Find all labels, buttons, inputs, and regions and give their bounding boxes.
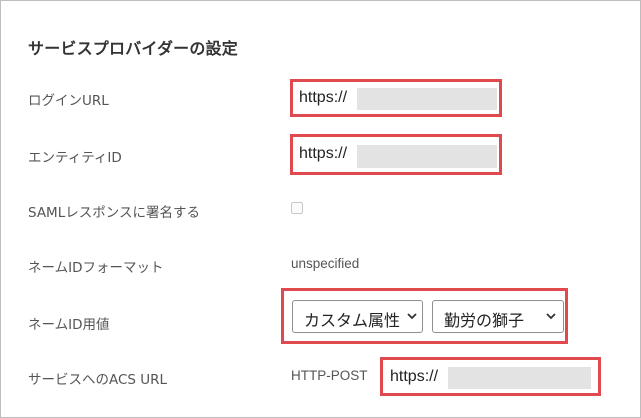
service-provider-settings-panel: サービスプロバイダーの設定 ログインURL https:// エンティティID … (0, 0, 641, 418)
entity-id-label: エンティティID (28, 150, 122, 166)
login-url-redaction (357, 88, 497, 110)
source-select[interactable]: 勤労の獅子 (432, 300, 564, 333)
acs-url-label: サービスへのACS URL (28, 372, 168, 388)
nameid-format-value: unspecified (291, 256, 360, 271)
acs-url-field[interactable]: https:// (380, 357, 601, 396)
login-url-value: https:// (299, 89, 348, 106)
attribute-select[interactable]: カスタム属性 (292, 300, 423, 333)
source-select-value: 勤労の獅子 (444, 311, 525, 330)
chevron-down-icon (406, 310, 418, 322)
acs-url-value: https:// (390, 368, 439, 385)
saml-sign-label: SAMLレスポンスに署名する (28, 205, 200, 221)
login-url-field[interactable]: https:// (290, 79, 502, 117)
nameid-format-label: ネームIDフォーマット (28, 260, 164, 276)
acs-binding-value: HTTP-POST (291, 368, 368, 383)
section-title: サービスプロバイダーの設定 (28, 39, 238, 58)
entity-id-value: https:// (299, 145, 348, 162)
chevron-down-icon (546, 313, 556, 320)
nameid-value-label: ネームID用値 (28, 317, 110, 333)
saml-sign-checkbox[interactable] (291, 202, 303, 214)
login-url-label: ログインURL (28, 93, 109, 109)
entity-id-redaction (357, 145, 497, 168)
attribute-select-value: カスタム属性 (304, 311, 401, 330)
entity-id-field[interactable]: https:// (290, 134, 502, 175)
acs-url-redaction (448, 367, 591, 389)
